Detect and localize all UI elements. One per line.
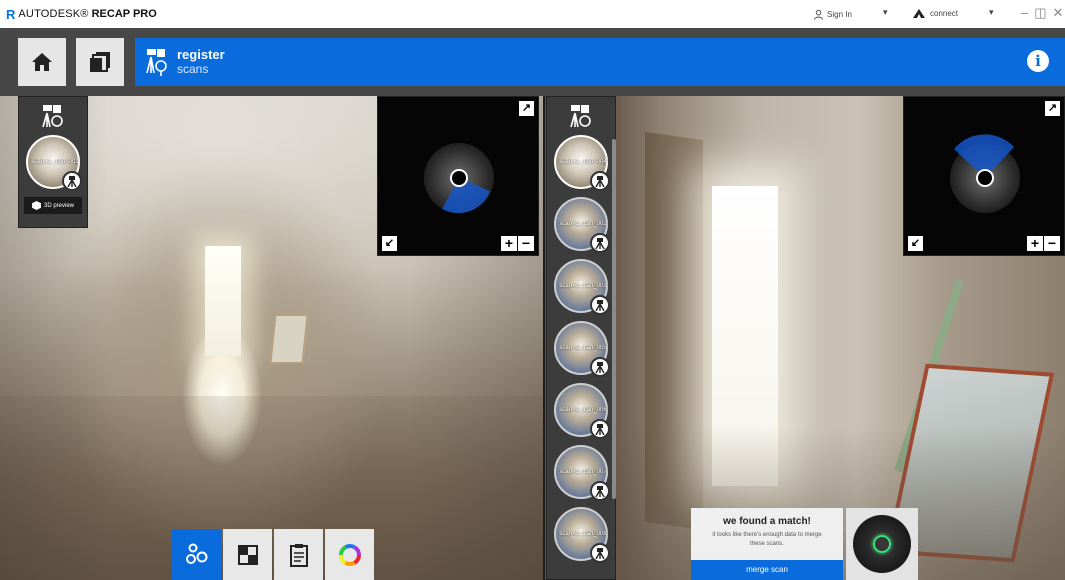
left-minimap[interactable]: ↗ ↙ + − bbox=[377, 96, 539, 256]
bottom-toolbar bbox=[172, 529, 374, 580]
match-preview bbox=[846, 508, 918, 580]
3d-preview-label: 3D preview bbox=[43, 202, 74, 209]
targets-icon bbox=[185, 543, 207, 564]
sign-in-button[interactable]: Sign In bbox=[813, 9, 873, 20]
home-icon bbox=[32, 53, 52, 71]
tripod-icon bbox=[590, 295, 610, 315]
register-scans-icon bbox=[570, 105, 591, 128]
tripod-icon bbox=[590, 419, 610, 439]
minimize-icon[interactable]: – bbox=[1021, 5, 1028, 21]
page-title: register bbox=[177, 47, 225, 62]
home-button[interactable] bbox=[18, 38, 66, 86]
page-subtitle: scans bbox=[177, 62, 209, 76]
scan-thumbnail[interactable]: scan_1...can_008 bbox=[554, 507, 610, 563]
register-scans-icon bbox=[42, 105, 63, 128]
scan-thumbnail[interactable]: scan_1...can_005 bbox=[554, 321, 610, 377]
match-found-panel: we found a match! it looks like there's … bbox=[691, 508, 843, 580]
expand-map-icon[interactable]: ↗ bbox=[1045, 101, 1060, 116]
report-button[interactable] bbox=[274, 529, 323, 580]
scan-thumbnail[interactable]: scan_1...can_007 bbox=[554, 445, 610, 501]
sign-in-label: Sign In bbox=[827, 10, 852, 19]
scan-thumbnail[interactable]: scan_1...can_001 bbox=[26, 135, 82, 191]
match-title: we found a match! bbox=[723, 516, 811, 527]
3d-preview-button[interactable]: 3D preview bbox=[24, 197, 82, 214]
scan-thumbnail[interactable]: scan_1...can_002 bbox=[554, 197, 610, 253]
autodesk-a-icon bbox=[913, 9, 925, 18]
tripod-icon bbox=[590, 233, 610, 253]
scan-thumbnail[interactable]: scan_1...can_003 bbox=[554, 259, 610, 315]
tripod-icon bbox=[590, 357, 610, 377]
scan-door-frame bbox=[645, 131, 703, 531]
connect-button[interactable]: connect bbox=[912, 8, 972, 19]
connect-dropdown-icon[interactable]: ▾ bbox=[989, 7, 994, 18]
split-view-button[interactable] bbox=[223, 529, 272, 580]
connect-label: connect bbox=[930, 9, 959, 18]
scan-label: scan_1...can_003 bbox=[559, 283, 607, 289]
report-icon bbox=[289, 543, 308, 567]
sign-in-dropdown-icon[interactable]: ▾ bbox=[883, 7, 888, 18]
scan-doorway-light bbox=[205, 246, 241, 356]
match-description: it looks like there's enough data to mer… bbox=[712, 532, 822, 547]
zoom-in-button[interactable]: + bbox=[1027, 236, 1043, 251]
merge-scan-button[interactable]: merge scan bbox=[691, 560, 843, 580]
user-icon bbox=[813, 9, 824, 20]
right-minimap[interactable]: ↗ ↙ + − bbox=[903, 96, 1065, 256]
projects-icon bbox=[90, 52, 110, 72]
scan-thumbnail[interactable]: scan_1...can_004 bbox=[554, 135, 610, 191]
scan-label: scan_1...can_005 bbox=[559, 345, 607, 351]
color-wheel-icon bbox=[338, 543, 361, 566]
scan-doorway-light bbox=[712, 186, 778, 486]
recap-logo-icon: R bbox=[6, 6, 16, 22]
collapse-map-icon[interactable]: ↙ bbox=[382, 236, 397, 251]
scan-label: scan_1...can_001 bbox=[31, 159, 79, 165]
tripod-icon bbox=[590, 171, 610, 191]
product-name: RECAP PRO bbox=[91, 8, 157, 20]
expand-map-icon[interactable]: ↗ bbox=[519, 101, 534, 116]
collapse-map-icon[interactable]: ↙ bbox=[908, 236, 923, 251]
tripod-icon bbox=[62, 171, 82, 191]
scan-label: scan_1...can_006 bbox=[559, 407, 607, 413]
scan-thumbnail[interactable]: scan_1...can_006 bbox=[554, 383, 610, 439]
restore-icon[interactable]: ◫ bbox=[1034, 5, 1046, 21]
left-scan-list: scan_1...can_001 3D preview bbox=[18, 96, 88, 228]
register-scans-bar: register scans i bbox=[135, 38, 1065, 86]
app-brand: R AUTODESK® RECAP PRO bbox=[6, 7, 157, 22]
zoom-out-button[interactable]: − bbox=[1044, 236, 1060, 251]
scan-position-marker bbox=[450, 169, 468, 187]
targets-button[interactable] bbox=[172, 529, 221, 580]
split-view-icon bbox=[237, 544, 258, 565]
header: register scans i bbox=[0, 28, 1065, 96]
scan-label: scan_1...can_008 bbox=[559, 531, 607, 537]
info-icon[interactable]: i bbox=[1027, 50, 1049, 72]
brand-name: AUTODESK® bbox=[18, 8, 89, 20]
scan-position-marker bbox=[976, 169, 994, 187]
scan-label: scan_1...can_004 bbox=[559, 159, 607, 165]
register-scans-icon bbox=[146, 49, 167, 76]
match-target-icon bbox=[873, 535, 891, 553]
tripod-icon bbox=[590, 543, 610, 563]
cube-icon bbox=[31, 201, 41, 210]
tripod-icon bbox=[590, 481, 610, 501]
scan-label: scan_1...can_007 bbox=[559, 469, 607, 475]
close-icon[interactable]: ✕ bbox=[1053, 5, 1064, 21]
scan-mirror bbox=[269, 314, 309, 364]
zoom-out-button[interactable]: − bbox=[518, 236, 534, 251]
right-scan-list: scan_1...can_004 scan_1...can_002 scan_1… bbox=[546, 96, 616, 580]
scan-list-scrollbar[interactable] bbox=[612, 139, 616, 499]
match-preview-disc bbox=[853, 515, 911, 573]
color-wheel-button[interactable] bbox=[325, 529, 374, 580]
scan-label: scan_1...can_002 bbox=[559, 221, 607, 227]
title-bar: R AUTODESK® RECAP PRO Sign In ▾ connect … bbox=[0, 0, 1065, 28]
zoom-in-button[interactable]: + bbox=[501, 236, 517, 251]
projects-button[interactable] bbox=[76, 38, 124, 86]
